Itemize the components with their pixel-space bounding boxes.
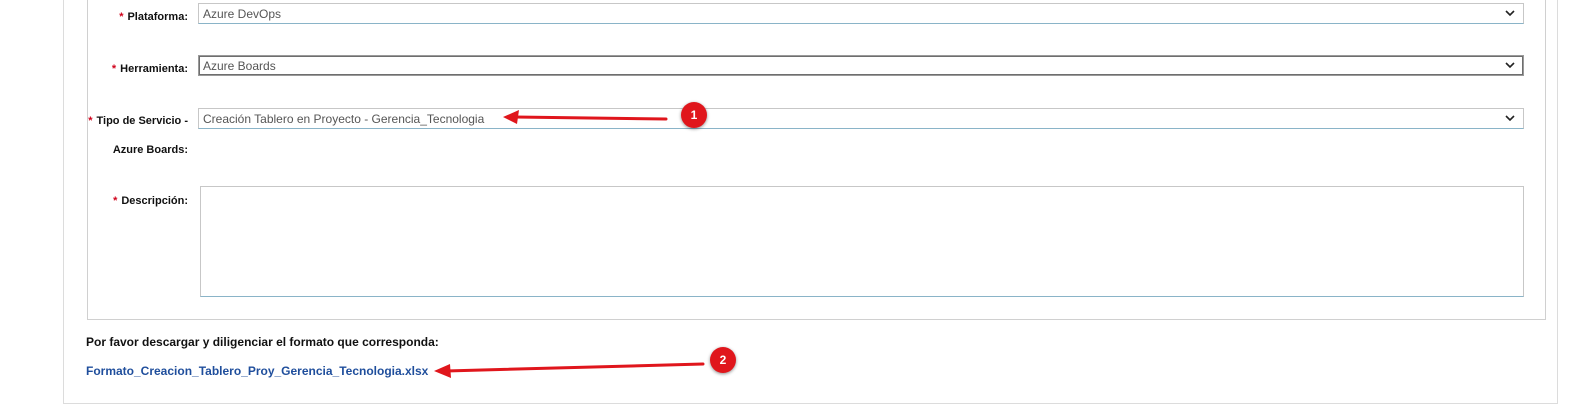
arrow-1 xyxy=(503,110,668,124)
arrow-2 xyxy=(434,362,705,378)
annotation-badge-2: 2 xyxy=(710,347,736,373)
annotation-arrows xyxy=(434,110,705,378)
annotation-badge-1: 1 xyxy=(681,102,707,128)
